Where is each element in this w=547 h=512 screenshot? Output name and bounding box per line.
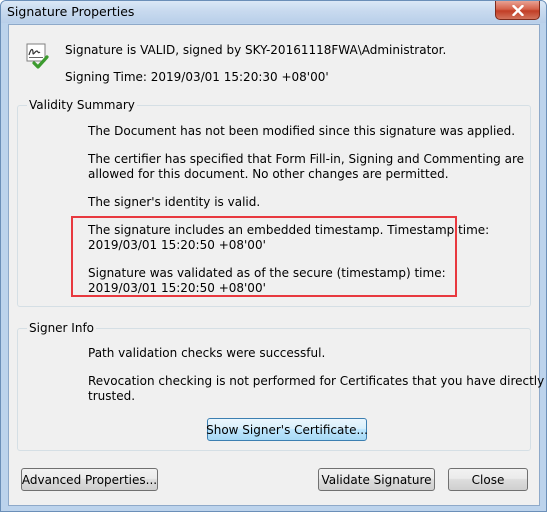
validity-line: 2019/03/01 15:20:50 +08'00'	[88, 238, 266, 252]
show-signers-certificate-button[interactable]: Show Signer's Certificate...	[206, 418, 368, 441]
validity-line: The certifier has specified that Form Fi…	[88, 152, 525, 166]
signer-info-title: Signer Info	[27, 321, 97, 335]
title-bar[interactable]: Signature Properties	[1, 1, 546, 23]
signer-info-line: Revocation checking is not performed for…	[88, 374, 545, 388]
close-button[interactable]: Close	[448, 468, 528, 491]
validity-line: 2019/03/01 15:20:50 +08'00'	[88, 281, 266, 295]
window-title: Signature Properties	[7, 4, 135, 19]
validity-line: allowed for this document. No other chan…	[88, 167, 449, 181]
advanced-properties-button[interactable]: Advanced Properties...	[21, 468, 158, 491]
validity-line: The signature includes an embedded times…	[88, 223, 490, 237]
validity-line: The signer's identity is valid.	[88, 195, 261, 209]
validate-signature-button[interactable]: Validate Signature	[318, 468, 435, 491]
signing-time-text: Signing Time: 2019/03/01 15:20:30 +08'00…	[65, 70, 329, 84]
validity-line: Signature was validated as of the secure…	[88, 266, 446, 280]
validity-line: The Document has not been modified since…	[88, 124, 516, 138]
signature-status-text: Signature is VALID, signed by SKY-201611…	[65, 43, 447, 57]
validity-summary-title: Validity Summary	[27, 98, 137, 112]
window-close-button[interactable]	[495, 1, 540, 20]
signer-info-line: Path validation checks were successful.	[88, 346, 326, 360]
signature-valid-icon	[26, 43, 49, 69]
dialog-content: Signature is VALID, signed by SKY-201611…	[8, 24, 544, 506]
signer-info-line: trusted.	[88, 389, 136, 403]
signature-properties-window: Signature Properties Signature is VALID,…	[0, 0, 547, 512]
close-x-icon	[511, 4, 524, 16]
